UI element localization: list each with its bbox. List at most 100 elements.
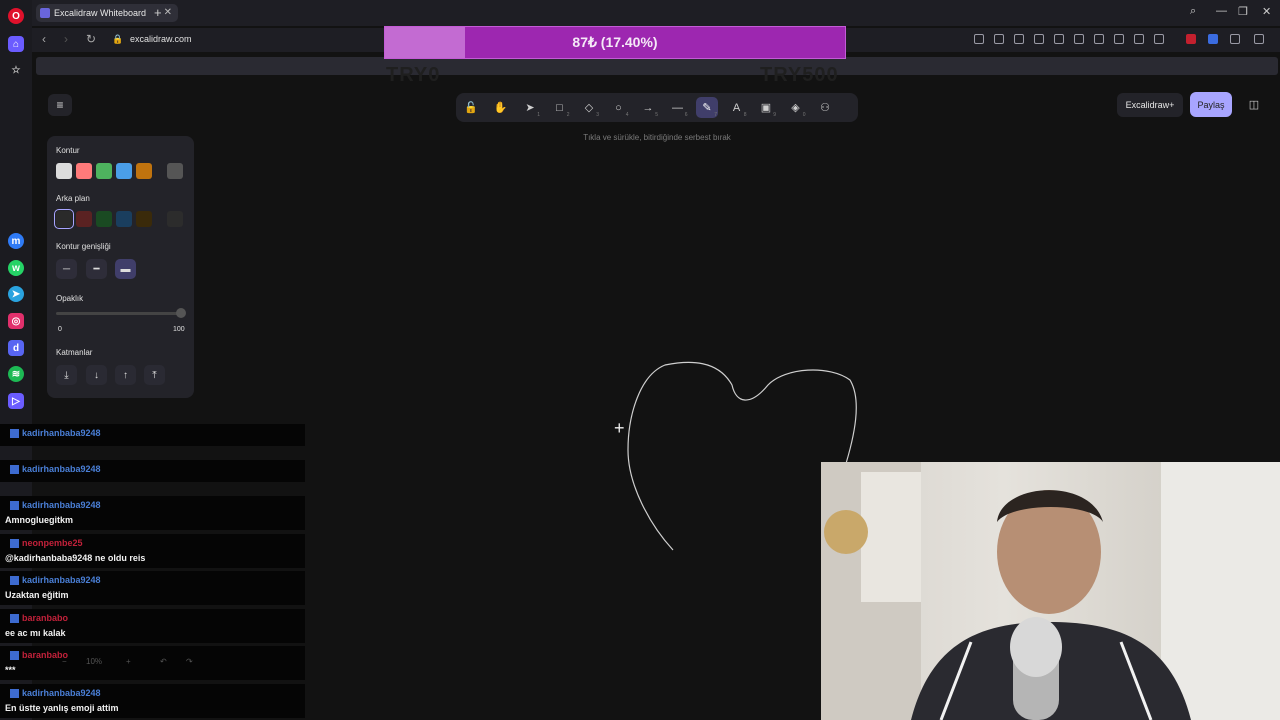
bookmark-bar — [36, 57, 1278, 75]
discord-icon[interactable]: d — [8, 340, 24, 356]
back-icon[interactable]: ‹ — [42, 32, 46, 46]
lock-icon: 🔓 — [464, 102, 478, 114]
opacity-slider[interactable] — [56, 312, 181, 315]
star-icon[interactable]: ☆ — [8, 62, 24, 78]
account-icon[interactable] — [1154, 34, 1164, 44]
extension-icon[interactable] — [1054, 34, 1064, 44]
excalidraw-plus-button[interactable]: Excalidraw+ — [1117, 93, 1183, 117]
donation-goal-bar: 87₺ (17.40%) — [384, 26, 846, 59]
telegram-icon[interactable]: ➤ — [8, 286, 24, 302]
stroke-extra-bold-button[interactable]: ▬ — [115, 259, 136, 279]
chat-username: kadirhanbaba9248 — [10, 500, 101, 510]
bring-to-front-button[interactable]: ⤒ — [144, 365, 165, 385]
zoom-icon[interactable] — [974, 34, 984, 44]
tool-image-button[interactable]: ▣ 9 — [755, 97, 777, 118]
stroke-thin-button[interactable]: ─ — [56, 259, 77, 279]
line-icon: — — [672, 101, 683, 114]
spotify-icon[interactable]: ≋ — [8, 366, 24, 382]
youtube-ext-icon[interactable] — [1186, 34, 1196, 44]
restore-icon[interactable]: ❐ — [1238, 5, 1248, 18]
tool-hand-button[interactable]: ✋ — [490, 97, 512, 118]
tool-text-button[interactable]: A8 — [726, 97, 748, 119]
whatsapp-icon[interactable]: w — [8, 260, 24, 276]
close-window-icon[interactable]: ✕ — [1262, 5, 1271, 18]
stroke-color-swatch[interactable] — [76, 163, 92, 179]
stroke-bold-button[interactable]: ━ — [86, 259, 107, 279]
zoom-out-button[interactable]: − — [62, 657, 67, 666]
zoom-level[interactable]: 10% — [86, 657, 102, 666]
tool-ellipse-button[interactable]: ○ 4 — [608, 97, 630, 119]
bring-forward-button[interactable]: ↑ — [115, 365, 136, 385]
stroke-color-swatch[interactable] — [116, 163, 132, 179]
download-icon[interactable] — [1114, 34, 1124, 44]
url-field[interactable]: excalidraw.com — [130, 34, 192, 44]
stroke-current-color[interactable] — [167, 163, 183, 179]
share-button[interactable]: Paylaş — [1190, 92, 1232, 117]
background-color-swatch[interactable] — [116, 211, 132, 227]
tool-diamond-button[interactable]: ◇ 3 — [578, 97, 600, 118]
undo-button[interactable]: ↶ — [160, 657, 167, 666]
stroke-color-swatch[interactable] — [136, 163, 152, 179]
shield-icon[interactable] — [1034, 34, 1044, 44]
tool-draw-button[interactable]: ✎ 7 — [696, 97, 718, 118]
tool-selection-button[interactable]: ➤ 1 — [519, 97, 541, 118]
rectangle-icon: □ — [556, 101, 563, 114]
background-color-swatch[interactable] — [136, 211, 152, 227]
background-current-color[interactable] — [167, 211, 183, 227]
tool-eraser-button[interactable]: ◈ 0 — [785, 97, 807, 118]
stroke-width-label: Kontur genişliği — [56, 242, 111, 251]
play-icon[interactable] — [1074, 34, 1084, 44]
opera-logo-icon[interactable]: O — [8, 8, 24, 24]
tool-hint: Tıkla ve sürükle, bitirdiğinde serbest b… — [583, 133, 731, 142]
menu-icon[interactable] — [1134, 34, 1144, 44]
redo-button[interactable]: ↷ — [186, 657, 193, 666]
home-icon[interactable]: ⌂ — [8, 36, 24, 52]
instagram-icon[interactable]: ◎ — [8, 313, 24, 329]
camera-icon[interactable] — [1014, 34, 1024, 44]
opacity-slider-knob[interactable] — [176, 308, 186, 318]
background-color-swatch[interactable] — [96, 211, 112, 227]
main-menu-button[interactable]: ≡ — [48, 94, 72, 116]
heart-icon[interactable] — [1094, 34, 1104, 44]
tool-shortcut: 3 — [596, 112, 599, 118]
puzzle-icon[interactable] — [1230, 34, 1240, 44]
chat-text: Amnogluegitkm — [5, 515, 74, 525]
goal-start-label: TRY0 — [386, 64, 441, 86]
webcam-feed — [821, 462, 1280, 720]
stroke-color-swatch[interactable] — [56, 163, 72, 179]
background-color-swatch[interactable] — [54, 209, 74, 229]
close-tab-icon[interactable]: ✕ — [164, 7, 172, 18]
ai-icon[interactable] — [1254, 34, 1264, 44]
tool-arrow-button[interactable]: → 5 — [637, 97, 659, 119]
chat-username: neonpembe25 — [10, 538, 83, 548]
messenger-icon[interactable]: m — [8, 233, 24, 249]
properties-panel: Kontur Arka plan Kontur genişliği ─ ━ ▬ … — [47, 136, 194, 398]
new-tab-icon[interactable]: + — [154, 5, 162, 20]
library-button[interactable]: ◫ — [1242, 93, 1266, 116]
forward-icon[interactable]: › — [64, 32, 68, 46]
tool-lock-button[interactable]: 🔓 — [460, 97, 482, 118]
background-color-swatch[interactable] — [76, 211, 92, 227]
webcam-image — [821, 462, 1280, 720]
badge-icon — [10, 613, 19, 623]
layers-label: Katmanlar — [56, 348, 93, 357]
send-to-back-button[interactable]: ⤓ — [56, 365, 77, 385]
tool-more-button[interactable]: ⚇ — [814, 97, 836, 118]
minimize-icon[interactable]: — — [1216, 5, 1227, 17]
selection-icon: ➤ — [525, 102, 535, 114]
tool-rectangle-button[interactable]: □ 2 — [549, 97, 571, 119]
chat-text: *** — [5, 665, 16, 675]
tool-line-button[interactable]: —6 — [667, 97, 689, 119]
translate-ext-icon[interactable] — [1208, 34, 1218, 44]
send-backward-button[interactable]: ↓ — [86, 365, 107, 385]
search-tabs-icon[interactable]: ⌕ — [1190, 5, 1196, 18]
badge-icon — [10, 575, 19, 585]
chat-username-text: kadirhanbaba9248 — [22, 500, 101, 510]
zoom-in-button[interactable]: + — [126, 657, 131, 666]
edit-icon[interactable] — [994, 34, 1004, 44]
reload-icon[interactable]: ↻ — [86, 32, 96, 46]
lock-icon: 🔒 — [112, 34, 124, 44]
arrow-icon: → — [642, 101, 654, 114]
stroke-color-swatch[interactable] — [96, 163, 112, 179]
player-icon[interactable]: ▷ — [8, 393, 24, 409]
